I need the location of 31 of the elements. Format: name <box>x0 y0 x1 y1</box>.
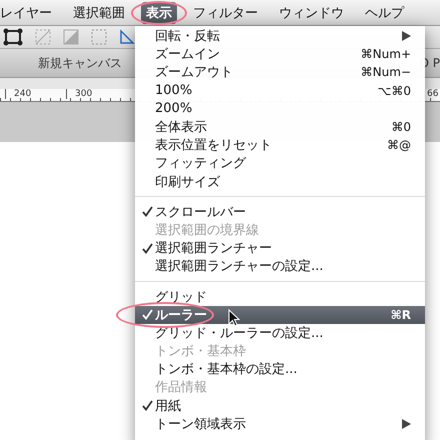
menu-item[interactable]: グリッド <box>135 287 425 306</box>
menu-bar-item[interactable]: ウィンドウ <box>274 2 349 24</box>
menu-bar-item[interactable]: 選択範囲 <box>68 2 130 24</box>
transform-icon[interactable] <box>2 28 24 46</box>
menu-bar-item[interactable]: フィルター <box>188 2 263 24</box>
menu-item[interactable]: ルーラー ⌘R <box>135 306 425 324</box>
menu-item[interactable]: 用紙 <box>135 396 425 415</box>
menu-bar-item[interactable]: レイヤー <box>0 2 57 24</box>
menu-item[interactable]: トンボ・基本枠の設定... <box>135 360 425 378</box>
cursor-arrow-icon <box>228 309 240 327</box>
gradient-icon[interactable] <box>62 28 80 46</box>
crop-icon[interactable] <box>34 28 52 46</box>
menu-item[interactable]: 200% <box>135 100 425 118</box>
menu-item[interactable]: 印刷サイズ <box>135 172 425 191</box>
highlight-ellipse <box>131 1 187 25</box>
triangle-ruler-icon[interactable] <box>118 28 136 46</box>
menu-item[interactable]: トーン領域表示 <box>135 414 425 433</box>
menu-item[interactable]: 100% ⌥⌘0 <box>135 82 425 100</box>
menu-bar-item[interactable]: ヘルプ <box>360 2 409 24</box>
menu-item[interactable]: 選択範囲ランチャー <box>135 239 425 258</box>
menu-item[interactable]: 回転・反転 <box>135 27 425 46</box>
ruler-label: 300 <box>66 89 126 99</box>
document-title: 新規キャンバス <box>38 54 122 72</box>
selection-icon[interactable] <box>90 28 108 46</box>
menu-item[interactable]: スクロールバー <box>135 202 425 221</box>
menu-item[interactable]: グリッド・ルーラーの設定... <box>135 324 425 342</box>
menu-item[interactable]: フィッティング <box>135 154 425 172</box>
ruler-label: 240 <box>5 89 66 99</box>
menu-item[interactable]: 全体表示 ⌘0 <box>135 118 425 136</box>
menu-item[interactable]: 選択範囲ランチャーの設定... <box>135 257 425 276</box>
menu-item[interactable]: 表示位置をリセット ⌘@ <box>135 136 425 154</box>
